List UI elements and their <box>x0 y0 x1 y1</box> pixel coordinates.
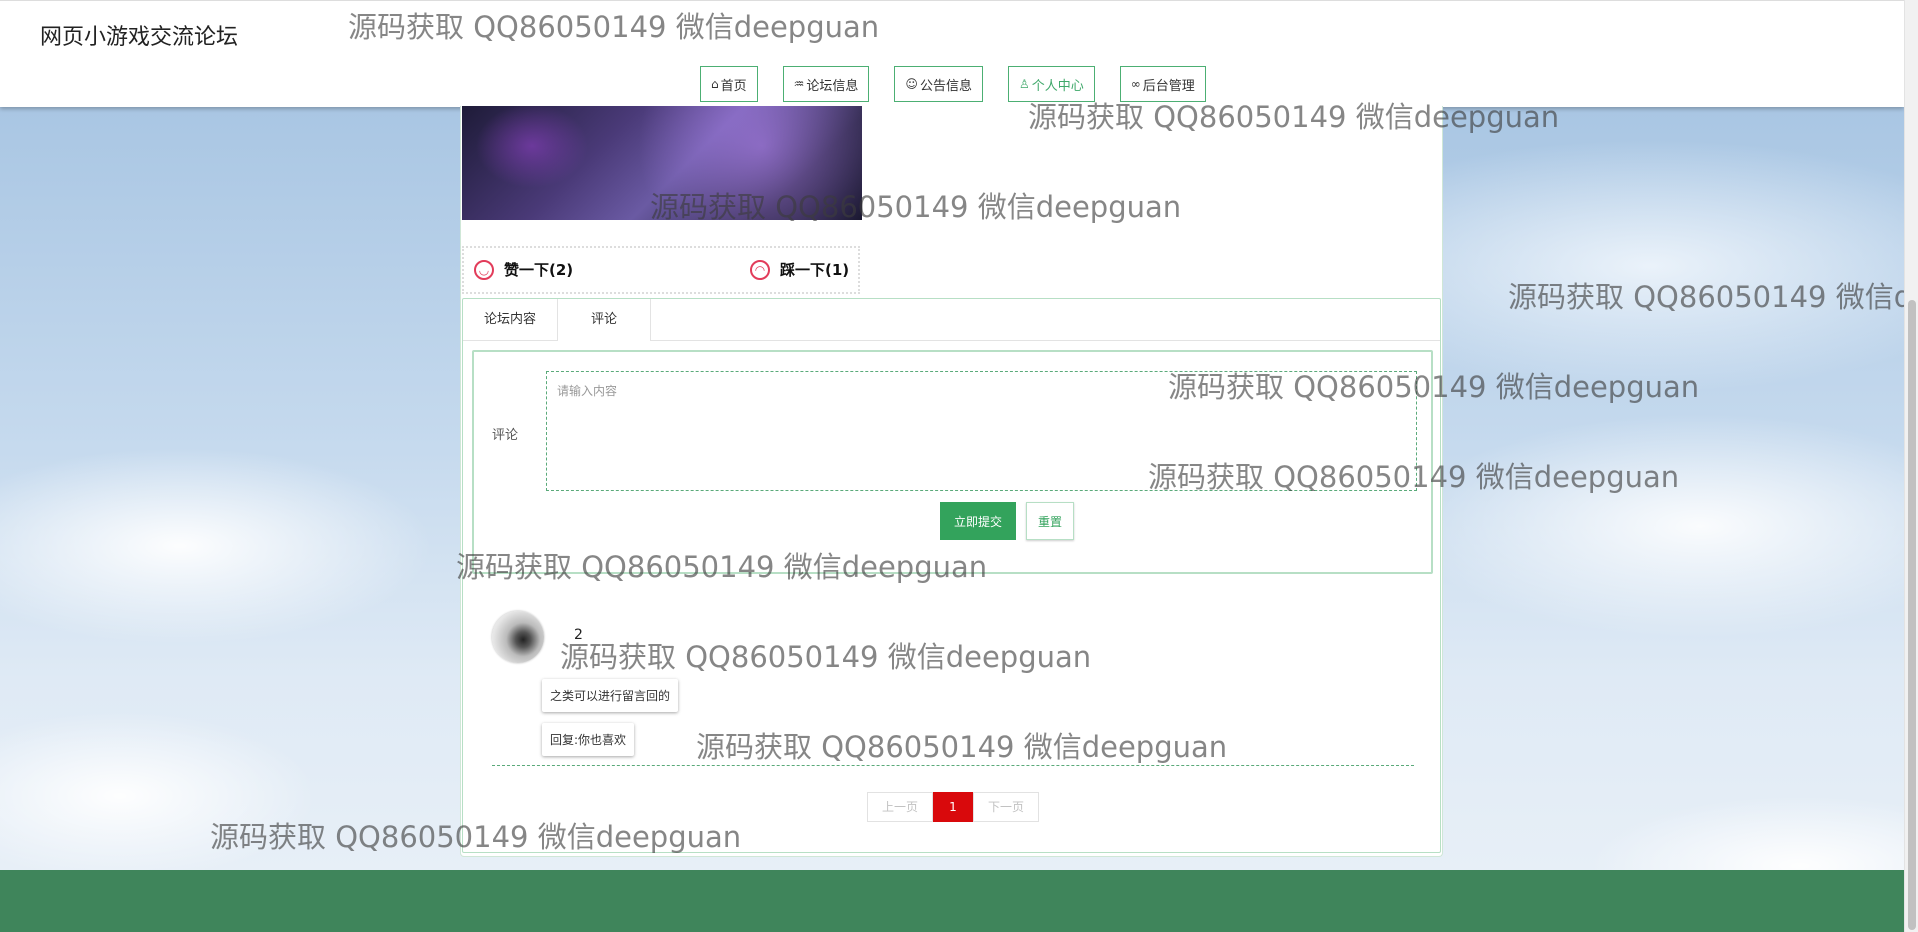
comment-form: 评论 立即提交 重置 <box>472 350 1433 574</box>
main-nav: ⌂ 首页 ♒ 论坛信息 ☺ 公告信息 ♙ 个人中心 ∞ 后台管理 <box>700 66 1231 102</box>
comment-reply: 回复:你也喜欢 <box>542 723 635 756</box>
footer-band <box>0 870 1904 932</box>
link-icon: ∞ <box>1130 77 1141 91</box>
like-button[interactable]: ◡ 赞一下(2) <box>474 259 573 280</box>
tabs-container: 论坛内容 评论 评论 立即提交 重置 2 之类可以进行留言回的 回复:你也喜欢 … <box>462 298 1441 853</box>
dislike-label: 踩一下(1) <box>780 261 850 279</box>
site-title: 网页小游戏交流论坛 <box>40 25 239 50</box>
page-number-current[interactable]: 1 <box>933 792 973 822</box>
comment-username: 2 <box>574 627 583 643</box>
home-icon: ⌂ <box>711 77 719 91</box>
nav-label: 后台管理 <box>1142 78 1195 94</box>
forum-detail-card: ◡ 赞一下(2) ◠ 踩一下(1) 论坛内容 评论 评论 立即提交 重置 2 之… <box>460 106 1443 857</box>
prev-page-button[interactable]: 上一页 <box>867 792 933 822</box>
nav-profile[interactable]: ♙ 个人中心 <box>1007 66 1095 102</box>
post-image <box>462 106 862 220</box>
dislike-button[interactable]: ◠ 踩一下(1) <box>750 259 849 280</box>
site-header: 网页小游戏交流论坛 ⌂ 首页 ♒ 论坛信息 ☺ 公告信息 ♙ 个人中心 ∞ 后台… <box>0 0 1904 107</box>
user-icon: ♙ <box>1018 77 1030 91</box>
page-scrollbar[interactable] <box>1904 0 1918 932</box>
frown-icon: ◠ <box>750 259 770 280</box>
nav-forum[interactable]: ♒ 论坛信息 <box>782 66 870 102</box>
comment-content: 之类可以进行留言回的 <box>542 679 679 712</box>
tab-bar: 论坛内容 评论 <box>463 299 1440 341</box>
nav-label: 公告信息 <box>919 78 972 94</box>
pagination: 上一页 1 下一页 <box>867 792 1039 822</box>
tab-comments[interactable]: 评论 <box>557 299 651 341</box>
nav-label: 论坛信息 <box>806 78 859 94</box>
vote-row: ◡ 赞一下(2) ◠ 踩一下(1) <box>462 246 860 294</box>
nav-label: 首页 <box>720 78 747 94</box>
notice-icon: ☺ <box>905 77 918 91</box>
submit-button[interactable]: 立即提交 <box>940 502 1016 540</box>
next-page-button[interactable]: 下一页 <box>973 792 1039 822</box>
comment-label: 评论 <box>492 428 519 443</box>
comment-item: 2 之类可以进行留言回的 回复:你也喜欢 <box>492 609 1414 766</box>
avatar <box>492 611 544 663</box>
reset-button[interactable]: 重置 <box>1026 502 1074 540</box>
tab-forum-content[interactable]: 论坛内容 <box>463 299 557 340</box>
scrollbar-thumb[interactable] <box>1908 300 1916 930</box>
nav-notice[interactable]: ☺ 公告信息 <box>894 66 983 102</box>
like-label: 赞一下(2) <box>504 261 574 279</box>
nav-admin[interactable]: ∞ 后台管理 <box>1119 66 1206 102</box>
comment-input[interactable] <box>546 371 1417 491</box>
forum-icon: ♒ <box>793 77 805 91</box>
smile-icon: ◡ <box>474 259 494 280</box>
nav-home[interactable]: ⌂ 首页 <box>700 66 758 102</box>
nav-label: 个人中心 <box>1031 78 1084 94</box>
